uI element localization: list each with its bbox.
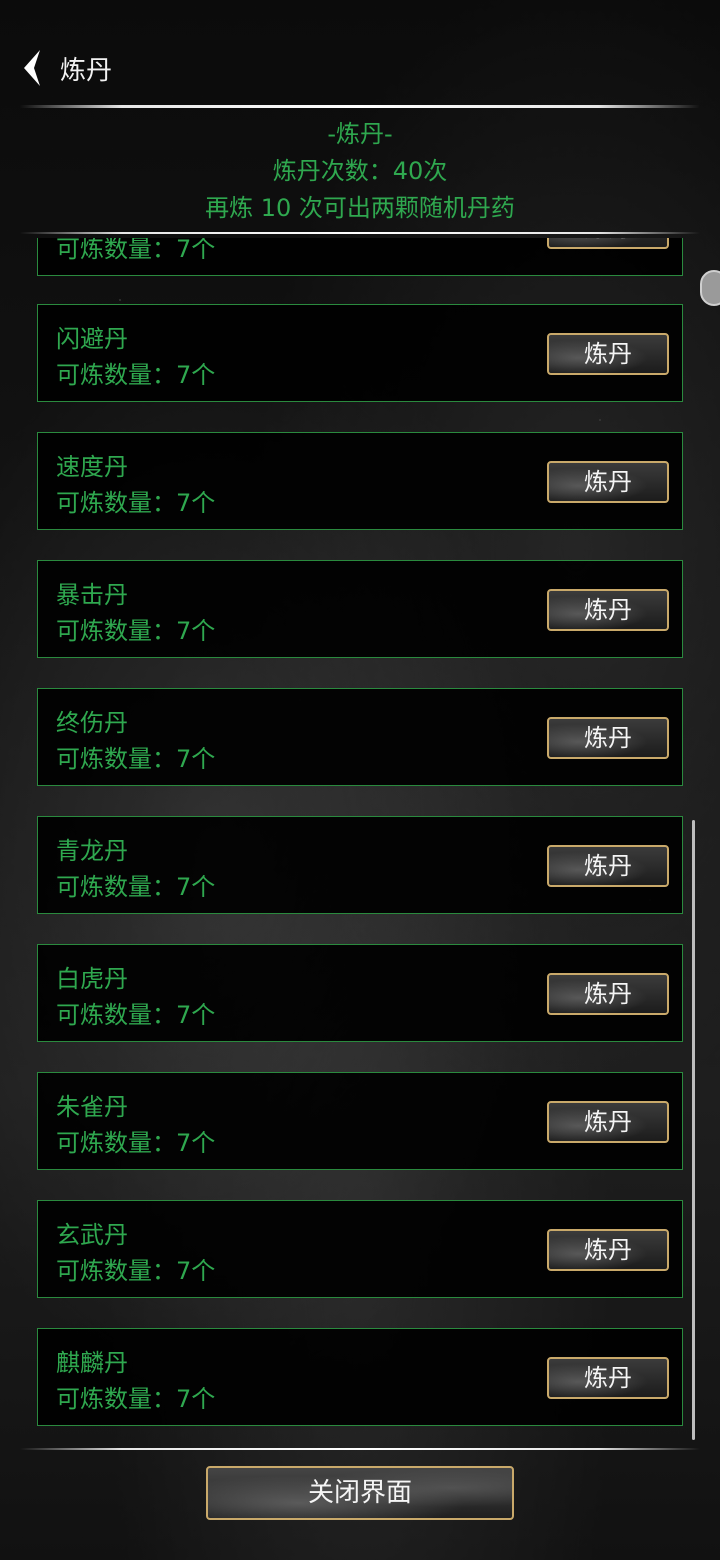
refine-info: -炼丹- 炼丹次数：40次 再炼 10 次可出两颗随机丹药 bbox=[0, 116, 720, 227]
header-divider bbox=[20, 232, 700, 234]
pill-name: 终伤丹 bbox=[56, 709, 128, 737]
pill-count: 可炼数量：7个 bbox=[56, 617, 216, 645]
refine-count-line: 炼丹次数：40次 bbox=[272, 157, 448, 185]
top-divider bbox=[20, 105, 700, 108]
refine-button[interactable]: 炼丹 bbox=[547, 1357, 669, 1399]
pill-card: 白虎丹 可炼数量：7个 炼丹 bbox=[37, 944, 683, 1042]
refine-button[interactable]: 炼丹 bbox=[547, 845, 669, 887]
refine-button[interactable]: 炼丹 bbox=[547, 1229, 669, 1271]
pill-card: 麒麟丹 可炼数量：7个 炼丹 bbox=[37, 1328, 683, 1426]
pill-count: 可炼数量：7个 bbox=[56, 238, 216, 263]
page-title: 炼丹 bbox=[60, 56, 113, 86]
pill-count: 可炼数量：7个 bbox=[56, 745, 216, 773]
pill-name: 麒麟丹 bbox=[56, 1349, 128, 1377]
pill-count: 可炼数量：7个 bbox=[56, 1257, 216, 1285]
pill-list[interactable]: 可炼数量：7个 炼丹 闪避丹 可炼数量：7个 炼丹 速度丹 可炼数量：7个 炼丹… bbox=[0, 238, 720, 1445]
list-scrollbar[interactable] bbox=[692, 820, 695, 1440]
refine-button[interactable]: 炼丹 bbox=[547, 238, 669, 249]
pill-name: 青龙丹 bbox=[56, 837, 128, 865]
pill-count: 可炼数量：7个 bbox=[56, 873, 216, 901]
pill-card: 暴击丹 可炼数量：7个 炼丹 bbox=[37, 560, 683, 658]
pill-card: 闪避丹 可炼数量：7个 炼丹 bbox=[37, 304, 683, 402]
pill-card: 速度丹 可炼数量：7个 炼丹 bbox=[37, 432, 683, 530]
refine-button[interactable]: 炼丹 bbox=[547, 333, 669, 375]
close-panel-button[interactable]: 关闭界面 bbox=[206, 1466, 514, 1520]
refine-button[interactable]: 炼丹 bbox=[547, 461, 669, 503]
back-arrow-icon[interactable] bbox=[20, 48, 44, 88]
pill-card: 终伤丹 可炼数量：7个 炼丹 bbox=[37, 688, 683, 786]
pill-card: 朱雀丹 可炼数量：7个 炼丹 bbox=[37, 1072, 683, 1170]
pill-name: 白虎丹 bbox=[56, 965, 128, 993]
bottom-divider bbox=[20, 1448, 700, 1450]
top-bar: 炼丹 bbox=[0, 0, 720, 110]
pill-count: 可炼数量：7个 bbox=[56, 1385, 216, 1413]
pill-card: 玄武丹 可炼数量：7个 炼丹 bbox=[37, 1200, 683, 1298]
pill-card: 青龙丹 可炼数量：7个 炼丹 bbox=[37, 816, 683, 914]
pill-name: 暴击丹 bbox=[56, 581, 128, 609]
pill-name: 速度丹 bbox=[56, 453, 128, 481]
pill-name: 玄武丹 bbox=[56, 1221, 128, 1249]
pill-count: 可炼数量：7个 bbox=[56, 1129, 216, 1157]
refine-button[interactable]: 炼丹 bbox=[547, 1101, 669, 1143]
pill-count: 可炼数量：7个 bbox=[56, 489, 216, 517]
pill-name: 闪避丹 bbox=[56, 325, 128, 353]
pill-name: 朱雀丹 bbox=[56, 1093, 128, 1121]
refine-button[interactable]: 炼丹 bbox=[547, 589, 669, 631]
refine-button[interactable]: 炼丹 bbox=[547, 717, 669, 759]
pill-card: 可炼数量：7个 炼丹 bbox=[37, 238, 683, 276]
refine-button[interactable]: 炼丹 bbox=[547, 973, 669, 1015]
refine-hint-line: 再炼 10 次可出两颗随机丹药 bbox=[205, 194, 515, 222]
pill-count: 可炼数量：7个 bbox=[56, 1001, 216, 1029]
refine-heading: -炼丹- bbox=[327, 120, 393, 148]
pill-count: 可炼数量：7个 bbox=[56, 361, 216, 389]
